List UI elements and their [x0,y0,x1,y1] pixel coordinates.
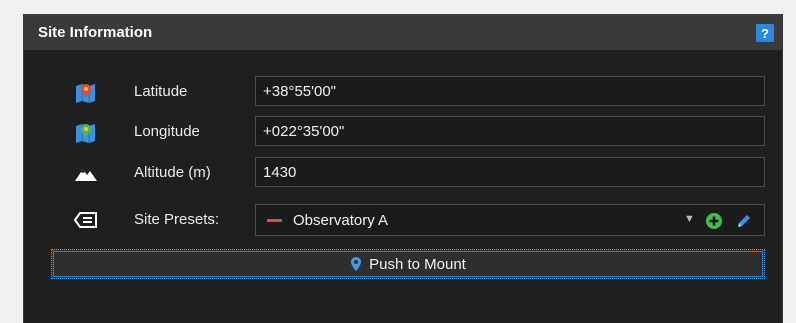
longitude-map-icon [76,124,95,143]
longitude-row: Longitude [24,116,782,148]
push-to-mount-button[interactable]: Push to Mount [51,249,765,279]
add-preset-icon[interactable] [704,211,724,231]
longitude-input[interactable] [255,116,765,146]
mountain-icon [75,169,97,181]
selected-preset: Observatory A [293,212,389,229]
location-pin-icon [351,257,362,271]
site-information-panel: Site Information ? Latitude Longitude [23,14,783,323]
push-to-mount-label: Push to Mount [369,255,466,273]
altitude-label: Altitude (m) [134,164,211,181]
altitude-row: Altitude (m) [24,157,782,189]
tag-list-icon [73,212,97,228]
altitude-input[interactable] [255,157,765,187]
site-presets-dropdown[interactable]: Observatory A ▼ [255,204,765,236]
latitude-label: Latitude [134,83,188,100]
latitude-input[interactable] [255,76,765,106]
longitude-label: Longitude [134,123,200,140]
panel-title: Site Information [38,24,153,41]
edit-pencil-icon[interactable] [734,211,754,231]
remove-preset-icon[interactable] [267,219,282,222]
chevron-down-icon[interactable]: ▼ [684,213,695,225]
latitude-map-icon [76,84,95,103]
site-presets-label: Site Presets: [134,211,220,228]
panel-header: Site Information ? [24,14,782,50]
site-presets-row: Site Presets: Observatory A ▼ [24,204,782,236]
help-button[interactable]: ? [756,24,774,42]
latitude-row: Latitude [24,76,782,108]
